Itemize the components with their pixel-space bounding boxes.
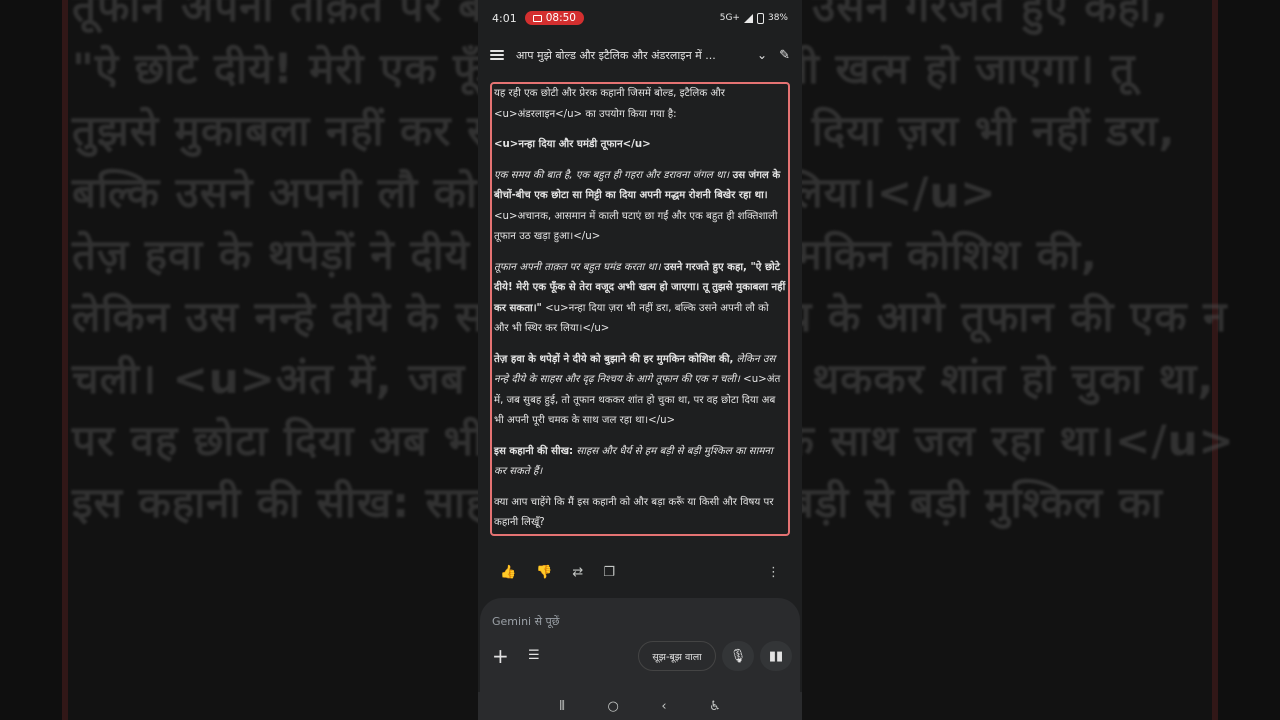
- moral-label: इस कहानी की सीख:: [494, 445, 574, 457]
- phone-screen: 4:01 08:50 5G+ 38% आप मुझे बोल्ड और इटैल…: [478, 0, 802, 720]
- italic-text: एक समय की बात है, एक बहुत ही गहरा और डरा…: [494, 169, 730, 181]
- recording-indicator[interactable]: 08:50: [524, 11, 584, 25]
- closing-question: क्या आप चाहेंगे कि मैं इस कहानी को और बड…: [494, 496, 774, 529]
- system-nav-bar: ⦀ ○ ‹ ♿: [478, 692, 802, 720]
- chevron-down-icon[interactable]: ⌄: [757, 48, 767, 62]
- live-icon[interactable]: ▮▮: [760, 641, 792, 671]
- accessibility-icon[interactable]: ♿: [709, 699, 721, 714]
- chat-title[interactable]: आप मुझे बोल्ड और इटैलिक और अंडरलाइन में …: [516, 48, 745, 63]
- add-icon[interactable]: +: [492, 646, 509, 666]
- bold-text: तेज़ हवा के थपेड़ों ने दीये को बुझाने की…: [494, 353, 734, 365]
- back-icon[interactable]: ‹: [661, 699, 666, 714]
- network-label: 5G+: [719, 13, 740, 23]
- moral-paragraph: इस कहानी की सीख: साहस और धैर्य से हम बड़…: [494, 442, 786, 483]
- response-card: यह रही एक छोटी और प्रेरक कहानी जिसमें बो…: [490, 82, 790, 536]
- paragraph-2: तूफान अपनी ताक़त पर बहुत घमंड करता था। उ…: [494, 258, 786, 340]
- copy-icon[interactable]: ❐: [603, 565, 615, 580]
- plain-text: <u>अचानक, आसमान में काली घटाएं छा गईं और…: [494, 210, 778, 243]
- response-intro: यह रही एक छोटी और प्रेरक कहानी जिसमें बो…: [494, 88, 725, 120]
- paragraph-1: एक समय की बात है, एक बहुत ही गहरा और डरा…: [494, 166, 786, 248]
- story-heading: <u>नन्हा दिया और घमंडी तूफान</u>: [494, 139, 651, 150]
- recents-icon[interactable]: ⦀: [559, 699, 565, 714]
- mode-selector[interactable]: सूझ-बूझ वाला: [638, 641, 716, 671]
- paragraph-3: तेज़ हवा के थपेड़ों ने दीये को बुझाने की…: [494, 350, 786, 432]
- recording-time: 08:50: [545, 12, 576, 24]
- status-bar: 4:01 08:50 5G+ 38%: [478, 0, 802, 36]
- composer: Gemini से पूछें + ☰ सूझ-बूझ वाला 🎙 ▮▮: [480, 598, 800, 692]
- italic-text: तूफान अपनी ताक़त पर बहुत घमंड करता था।: [494, 261, 661, 273]
- tune-response-icon[interactable]: ⇄: [572, 565, 583, 580]
- prompt-input[interactable]: Gemini से पूछें: [492, 614, 559, 629]
- tools-icon[interactable]: ☰: [528, 648, 540, 663]
- battery-level: 38%: [767, 13, 788, 23]
- mic-icon[interactable]: 🎙: [722, 641, 754, 671]
- menu-icon[interactable]: [490, 50, 504, 60]
- battery-icon: [756, 12, 764, 24]
- signal-icon: [743, 13, 753, 23]
- screen-record-icon: [532, 14, 542, 22]
- response-actions: 👍 👎 ⇄ ❐ ⋮: [500, 562, 780, 582]
- app-header: आप मुझे बोल्ड और इटैलिक और अंडरलाइन में …: [478, 36, 802, 74]
- home-icon[interactable]: ○: [608, 699, 619, 714]
- more-vert-icon[interactable]: ⋮: [767, 565, 780, 580]
- thumb-down-icon[interactable]: 👎: [536, 565, 552, 580]
- new-chat-icon[interactable]: ✎: [779, 48, 790, 63]
- status-time: 4:01: [492, 11, 517, 25]
- status-indicators: 5G+ 38%: [719, 12, 788, 24]
- thumb-up-icon[interactable]: 👍: [500, 565, 516, 580]
